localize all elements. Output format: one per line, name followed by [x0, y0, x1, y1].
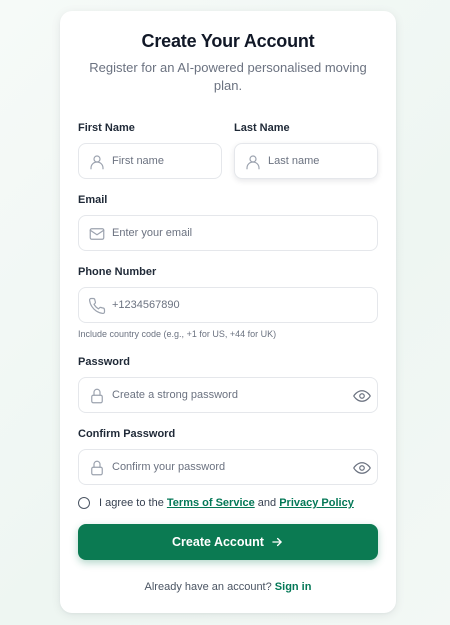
phone-icon	[88, 297, 106, 315]
user-icon	[244, 153, 262, 171]
terms-text: I agree to the Terms of Service and Priv…	[99, 497, 354, 509]
phone-hint: Include country code (e.g., +1 for US, +…	[78, 329, 277, 339]
confirm-password-field[interactable]: Confirm your password	[78, 449, 378, 485]
signin-prompt: Already have an account? Sign in	[60, 581, 396, 593]
last-name-field[interactable]: Last name	[234, 143, 378, 179]
lock-icon	[88, 459, 106, 477]
phone-placeholder: +1234567890	[112, 299, 180, 311]
lock-icon	[88, 387, 106, 405]
last-name-label: Last Name	[234, 122, 290, 134]
page-subtitle: Register for an AI-powered personalised …	[89, 60, 367, 93]
create-account-button[interactable]: Create Account	[78, 524, 378, 560]
phone-label: Phone Number	[78, 266, 157, 278]
confirm-password-label: Confirm Password	[78, 428, 176, 440]
first-name-field[interactable]: First name	[78, 143, 222, 179]
email-label: Email	[78, 194, 108, 206]
email-field[interactable]: Enter your email	[78, 215, 378, 251]
phone-field[interactable]: +1234567890	[78, 287, 378, 323]
user-icon	[88, 153, 106, 171]
terms-checkbox[interactable]	[78, 497, 90, 509]
email-placeholder: Enter your email	[112, 227, 193, 239]
terms-of-service-link[interactable]: Terms of Service	[167, 497, 255, 509]
password-label: Password	[78, 356, 130, 368]
eye-icon[interactable]	[353, 387, 371, 405]
first-name-placeholder: First name	[112, 155, 164, 167]
password-field[interactable]: Create a strong password	[78, 377, 378, 413]
mail-icon	[88, 225, 106, 243]
first-name-label: First Name	[78, 122, 135, 134]
arrow-right-icon	[270, 535, 284, 549]
sign-in-link[interactable]: Sign in	[275, 581, 312, 593]
signin-prompt-text: Already have an account?	[144, 581, 272, 593]
password-placeholder: Create a strong password	[112, 389, 238, 401]
page-title: Create Your Account	[141, 31, 315, 51]
terms-prefix: I agree to the	[99, 497, 164, 509]
confirm-password-placeholder: Confirm your password	[112, 461, 226, 473]
signup-card: Create Your Account Register for an AI-p…	[60, 11, 396, 613]
terms-middle: and	[257, 497, 277, 509]
privacy-policy-link[interactable]: Privacy Policy	[279, 497, 354, 509]
last-name-placeholder: Last name	[268, 155, 320, 167]
create-account-label: Create Account	[172, 535, 264, 549]
eye-icon[interactable]	[353, 459, 371, 477]
